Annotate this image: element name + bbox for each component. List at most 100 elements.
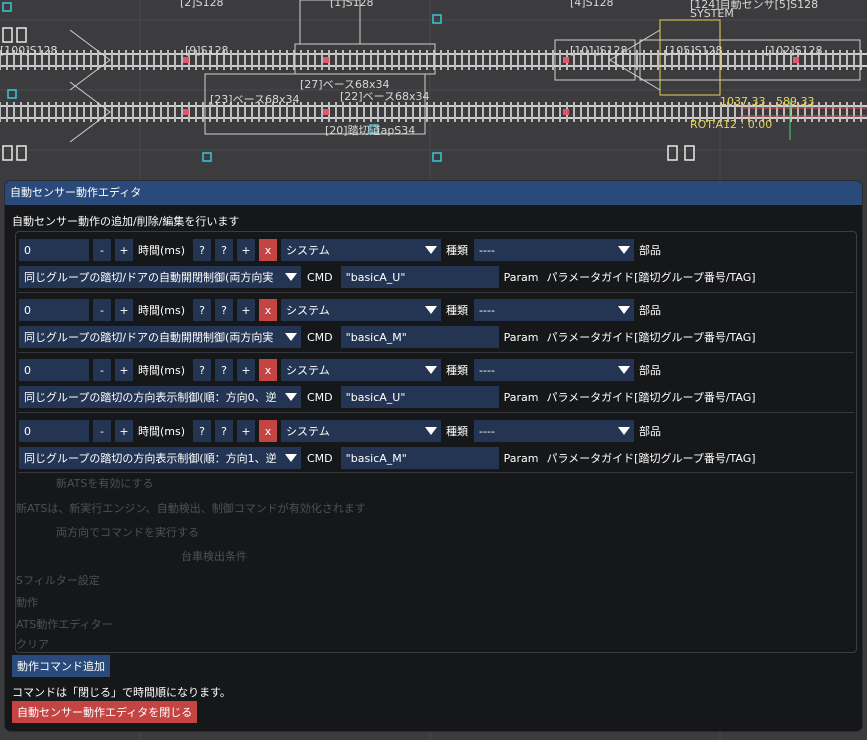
command-value: 同じグループの踏切の方向表示制御(順：方向1、逆 (24, 452, 277, 465)
action-row-top: 0 - + 時間(ms) ? ? + x システム 種類 ---- 部品 (19, 358, 661, 382)
chevron-down-icon (421, 299, 442, 321)
dialog-title[interactable]: 自動センサー動作エディタ (5, 181, 862, 205)
increment-button[interactable]: + (115, 420, 133, 442)
insert-action-button[interactable]: + (237, 420, 256, 442)
category-value: システム (286, 425, 330, 438)
category-select[interactable]: システム (281, 239, 442, 261)
cmd-input[interactable]: "basicA_U" (340, 266, 499, 288)
help-button[interactable]: ? (215, 420, 234, 442)
delete-action-button[interactable]: x (259, 359, 278, 381)
time-input[interactable]: 0 (19, 420, 89, 442)
decrement-button[interactable]: - (93, 420, 111, 442)
bg-label: [102]S128 (765, 44, 823, 57)
chevron-down-icon (421, 359, 442, 381)
time-input[interactable]: 0 (19, 239, 89, 261)
command-select[interactable]: 同じグループの踏切/ドアの自動開閉制御(両方向実 (19, 266, 301, 288)
chevron-down-icon (614, 299, 635, 321)
type-value: ---- (479, 303, 495, 317)
insert-action-button[interactable]: + (237, 299, 256, 321)
action-row-bottom: 同じグループの踏切/ドアの自動開閉制御(両方向実 CMD "basicA_M" … (19, 325, 756, 349)
help-button[interactable]: ? (215, 299, 234, 321)
type-label: 種類 (446, 425, 469, 438)
add-command-button[interactable]: 動作コマンド追加 (12, 655, 110, 677)
command-select[interactable]: 同じグループの踏切の方向表示制御(順：方向1、逆 (19, 447, 301, 469)
part-label: 部品 (639, 425, 662, 438)
help-button[interactable]: ? (193, 359, 212, 381)
delete-action-button[interactable]: x (259, 239, 278, 261)
param-label: Param (503, 451, 539, 465)
type-label: 種類 (446, 244, 469, 257)
time-label: 時間(ms) (138, 364, 186, 377)
time-input[interactable]: 0 (19, 299, 89, 321)
close-editor-button[interactable]: 自動センサー動作エディタを閉じる (12, 701, 198, 723)
increment-button[interactable]: + (115, 239, 133, 261)
part-label: 部品 (639, 304, 662, 317)
sort-note: コマンドは「閉じる」で時間順になります。 (12, 686, 231, 699)
cmd-input[interactable]: "basicA_M" (340, 326, 499, 348)
category-select[interactable]: システム (281, 420, 442, 442)
bg-label: SYSTEM (690, 7, 734, 20)
help-button[interactable]: ? (193, 420, 212, 442)
row-divider (18, 472, 854, 473)
time-label: 時間(ms) (138, 304, 186, 317)
sensor-action-editor-dialog: 自動センサー動作エディタ 自動センサー動作の追加/削除/編集を行います 新ATS… (5, 181, 862, 731)
type-select[interactable]: ---- (474, 239, 635, 261)
bg-label: [9]S128 (185, 44, 229, 57)
action-row-top: 0 - + 時間(ms) ? ? + x システム 種類 ---- 部品 (19, 419, 661, 443)
increment-button[interactable]: + (115, 299, 133, 321)
type-label: 種類 (446, 364, 469, 377)
help-button[interactable]: ? (193, 299, 212, 321)
param-guide: パラメータガイド[踏切グループ番号/TAG] (546, 391, 756, 404)
ghost-text: 動作 (16, 596, 38, 609)
ghost-text: 両方向でコマンドを実行する (56, 526, 199, 539)
chevron-down-icon (281, 447, 301, 469)
dialog-description: 自動センサー動作の追加/削除/編集を行います (12, 215, 240, 228)
category-select[interactable]: システム (281, 359, 442, 381)
cursor-coordinates: 1037.33 , 589.33 (720, 95, 815, 108)
action-row-bottom: 同じグループの踏切の方向表示制御(順：方向1、逆 CMD "basicA_M" … (19, 446, 756, 470)
decrement-button[interactable]: - (93, 359, 111, 381)
cmd-label: CMD (307, 270, 333, 284)
part-label: 部品 (639, 244, 662, 257)
help-button[interactable]: ? (215, 359, 234, 381)
category-value: システム (286, 304, 330, 317)
action-list-panel[interactable]: 新ATSを有効にする 新ATSは、新実行エンジン、自動検出、制御コマンドが有効化… (15, 231, 857, 653)
param-guide: パラメータガイド[踏切グループ番号/TAG] (546, 452, 756, 465)
command-select[interactable]: 同じグループの踏切/ドアの自動開閉制御(両方向実 (19, 326, 301, 348)
chevron-down-icon (281, 326, 301, 348)
bg-label: [1]S128 (330, 0, 374, 9)
command-value: 同じグループの踏切の方向表示制御(順：方向0、逆 (24, 391, 277, 404)
ghost-text: 台車検出条件 (181, 550, 247, 563)
action-row-top: 0 - + 時間(ms) ? ? + x システム 種類 ---- 部品 (19, 298, 661, 322)
command-value: 同じグループの踏切/ドアの自動開閉制御(両方向実 (24, 331, 274, 344)
decrement-button[interactable]: - (93, 299, 111, 321)
type-label: 種類 (446, 304, 469, 317)
type-select[interactable]: ---- (474, 299, 635, 321)
type-select[interactable]: ---- (474, 359, 635, 381)
insert-action-button[interactable]: + (237, 359, 256, 381)
type-value: ---- (479, 424, 495, 438)
cmd-label: CMD (307, 330, 333, 344)
row-divider (18, 292, 854, 293)
type-select[interactable]: ---- (474, 420, 635, 442)
help-button[interactable]: ? (193, 239, 212, 261)
time-input[interactable]: 0 (19, 359, 89, 381)
action-row-bottom: 同じグループの踏切/ドアの自動開閉制御(両方向実 CMD "basicA_U" … (19, 265, 756, 289)
category-select[interactable]: システム (281, 299, 442, 321)
insert-action-button[interactable]: + (237, 239, 256, 261)
cmd-input[interactable]: "basicA_M" (340, 447, 499, 469)
time-label: 時間(ms) (138, 425, 186, 438)
rotation-readout: ROT:A12 : 0.00 (690, 118, 773, 131)
action-row-bottom: 同じグループの踏切の方向表示制御(順：方向0、逆 CMD "basicA_U" … (19, 385, 756, 409)
help-button[interactable]: ? (215, 239, 234, 261)
command-select[interactable]: 同じグループの踏切の方向表示制御(順：方向0、逆 (19, 386, 301, 408)
delete-action-button[interactable]: x (259, 299, 278, 321)
increment-button[interactable]: + (115, 359, 133, 381)
category-value: システム (286, 364, 330, 377)
bg-label: [23]ベース68x34 (210, 93, 300, 106)
ghost-text: Sフィルター設定 (16, 574, 100, 587)
param-guide: パラメータガイド[踏切グループ番号/TAG] (546, 271, 756, 284)
decrement-button[interactable]: - (93, 239, 111, 261)
delete-action-button[interactable]: x (259, 420, 278, 442)
cmd-input[interactable]: "basicA_U" (340, 386, 499, 408)
